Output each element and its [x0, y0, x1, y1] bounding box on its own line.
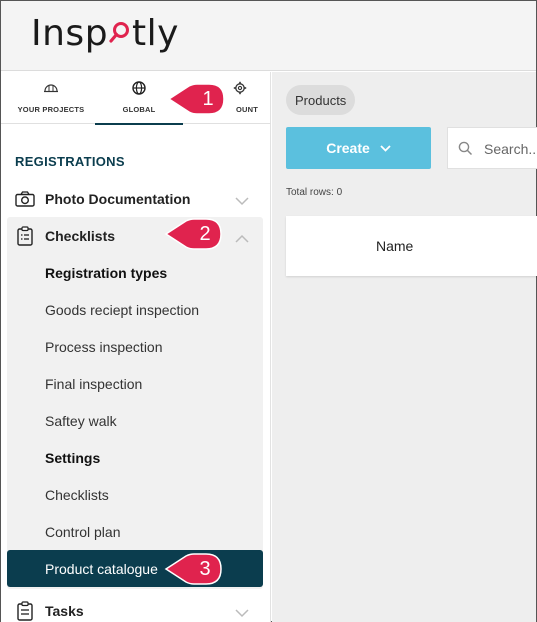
- callout-marker-3: 3: [164, 552, 224, 586]
- sidebar-top-tabs: YOUR PROJECTS GLOBAL OUNT: [1, 72, 271, 125]
- inspectly-logo[interactable]: Insp tly: [31, 13, 179, 54]
- sidebar-item-photo-documentation[interactable]: Photo Documentation: [7, 180, 263, 217]
- search-input[interactable]: [484, 139, 537, 159]
- hard-hat-icon: [43, 80, 59, 96]
- logo-e-magnifier-icon: [109, 15, 131, 45]
- submenu-item-checklists[interactable]: Checklists: [7, 476, 263, 513]
- tab-global-label: GLOBAL: [122, 105, 156, 114]
- submenu-item-label: Saftey walk: [45, 412, 117, 429]
- chevron-up-icon[interactable]: [235, 230, 249, 246]
- clipboard-icon: [15, 226, 35, 246]
- tab-your-projects[interactable]: YOUR PROJECTS: [7, 72, 95, 124]
- tab-account-label: OUNT: [235, 105, 259, 114]
- submenu-item-goods-receipt-inspection[interactable]: Goods reciept inspection: [7, 291, 263, 328]
- main-content: Products Create Total rows: 0 Name: [272, 72, 537, 622]
- submenu-item-control-plan[interactable]: Control plan: [7, 513, 263, 550]
- submenu-heading-label: Registration types: [45, 264, 168, 281]
- chevron-down-icon[interactable]: [235, 605, 249, 621]
- create-button[interactable]: Create: [286, 127, 431, 169]
- submenu-item-final-inspection[interactable]: Final inspection: [7, 365, 263, 402]
- callout-number: 1: [202, 88, 214, 110]
- sidebar-item-label: Tasks: [45, 602, 84, 619]
- callout-marker-2: 2: [164, 217, 224, 251]
- app-header: Insp tly: [1, 1, 536, 71]
- submenu-item-label: Product catalogue: [45, 560, 158, 577]
- sidebar-item-label: Checklists: [45, 227, 116, 244]
- total-rows-count: Total rows: 0: [286, 187, 343, 198]
- submenu-heading-settings: Settings: [7, 439, 263, 476]
- globe-icon: [132, 80, 146, 96]
- sidebar: YOUR PROJECTS GLOBAL OUNT REGISTRATIONS …: [1, 72, 271, 622]
- submenu-heading-registration-types: Registration types: [7, 254, 263, 291]
- sidebar-item-tasks[interactable]: Tasks: [7, 592, 263, 622]
- clipboard-icon: [15, 601, 35, 621]
- tab-your-projects-label: YOUR PROJECTS: [17, 105, 85, 114]
- chevron-down-icon: [380, 144, 391, 152]
- table-header: Name: [286, 216, 537, 276]
- create-button-label: Create: [326, 140, 370, 156]
- submenu-item-label: Process inspection: [45, 338, 163, 355]
- camera-icon: [15, 189, 35, 209]
- search-box[interactable]: [447, 127, 537, 169]
- breadcrumb[interactable]: Products: [286, 85, 356, 115]
- gear-icon: [233, 80, 247, 96]
- submenu-item-label: Goods reciept inspection: [45, 301, 200, 318]
- section-title-registrations: REGISTRATIONS: [15, 154, 125, 169]
- submenu-item-label: Final inspection: [45, 375, 143, 392]
- logo-text-right: tly: [132, 13, 179, 54]
- callout-marker-1: 1: [167, 82, 227, 116]
- chevron-down-icon[interactable]: [235, 193, 249, 209]
- callout-number: 3: [199, 558, 211, 580]
- sidebar-item-checklists[interactable]: Checklists: [7, 217, 263, 254]
- column-header-name[interactable]: Name: [376, 238, 413, 254]
- submenu-heading-label: Settings: [45, 449, 101, 466]
- logo-text-left: Insp: [31, 13, 109, 54]
- submenu-item-process-inspection[interactable]: Process inspection: [7, 328, 263, 365]
- submenu-item-product-catalogue[interactable]: Product catalogue: [7, 550, 263, 587]
- sidebar-item-label: Photo Documentation: [45, 190, 191, 207]
- submenu-item-label: Checklists: [45, 486, 109, 503]
- callout-number: 2: [199, 223, 211, 245]
- submenu-item-label: Control plan: [45, 523, 121, 540]
- submenu-item-safety-walk[interactable]: Saftey walk: [7, 402, 263, 439]
- search-icon: [458, 141, 473, 161]
